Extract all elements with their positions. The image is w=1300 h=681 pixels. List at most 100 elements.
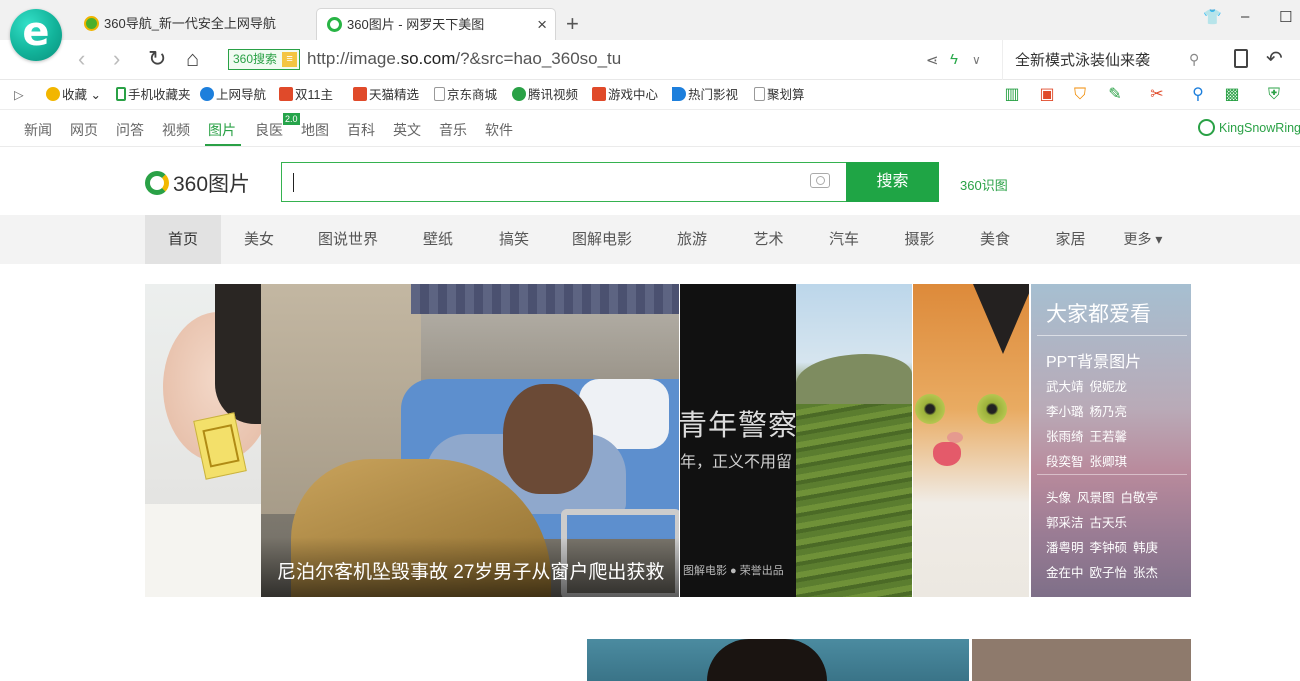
favorites-item[interactable]: 腾讯视频 xyxy=(512,87,578,103)
favorites-item[interactable]: 京东商城 xyxy=(434,87,497,103)
popular-link[interactable]: 白敬亭 xyxy=(1121,491,1159,505)
popular-link[interactable]: 武大靖 xyxy=(1046,380,1084,394)
category-food[interactable]: 美食 xyxy=(957,215,1033,264)
category-art[interactable]: 艺术 xyxy=(731,215,806,264)
category-more[interactable]: 更多 ▾ xyxy=(1108,215,1178,264)
image-search-input[interactable] xyxy=(281,162,847,202)
scissors-icon[interactable]: ✂ xyxy=(1147,85,1167,105)
close-tab-icon[interactable]: × xyxy=(537,9,547,41)
site-nav-map[interactable]: 地图 xyxy=(301,120,329,140)
search-button[interactable]: 搜索 xyxy=(846,162,939,202)
popular-link[interactable]: 倪妮龙 xyxy=(1090,380,1128,394)
user-account[interactable]: KingSnowRing xyxy=(1198,119,1300,136)
tv-icon[interactable]: ▣ xyxy=(1037,85,1057,105)
shield-icon[interactable]: ⛉ xyxy=(1070,85,1090,105)
category-funny[interactable]: 搞笑 xyxy=(477,215,551,264)
favorites-item[interactable]: 聚划算 xyxy=(754,87,805,103)
popular-link[interactable]: 郭采洁 xyxy=(1046,516,1084,530)
favorites-item[interactable]: 上网导航 xyxy=(200,87,266,103)
search-icon[interactable]: ⚲ xyxy=(1189,51,1199,68)
favorites-item[interactable]: 手机收藏夹 xyxy=(116,87,191,103)
camera-icon[interactable] xyxy=(810,173,830,188)
tab-360-image[interactable]: 360图片 - 网罗天下美图 × xyxy=(316,8,556,40)
popular-link[interactable]: 杨乃亮 xyxy=(1090,405,1128,419)
popular-link-ppt[interactable]: PPT背景图片 xyxy=(1046,348,1141,372)
browser-logo-icon[interactable] xyxy=(10,9,62,61)
site-nav-baike[interactable]: 百科 xyxy=(347,120,375,140)
tab-360-nav[interactable]: 360导航_新一代安全上网导航 xyxy=(80,8,312,40)
site-nav-news[interactable]: 新闻 xyxy=(24,120,52,140)
popular-link[interactable]: 李小璐 xyxy=(1046,405,1084,419)
image-tile-news-featured[interactable]: 尼泊尔客机坠毁事故 27岁男子从窗户爬出获救 xyxy=(261,284,679,597)
site-nav-software[interactable]: 软件 xyxy=(485,120,513,140)
popular-link[interactable]: 张雨绮 xyxy=(1046,430,1084,444)
category-world[interactable]: 图说世界 xyxy=(297,215,399,264)
category-photography[interactable]: 摄影 xyxy=(882,215,957,264)
forward-button[interactable]: › xyxy=(113,46,120,72)
share-icon[interactable]: ⋖ xyxy=(926,51,939,69)
popular-link[interactable]: 风景图 xyxy=(1077,491,1115,505)
popular-link[interactable]: 段奕智 xyxy=(1046,455,1084,469)
reading-icon[interactable]: ▥ xyxy=(1002,85,1022,105)
image-recognition-link[interactable]: 360识图 xyxy=(960,175,1008,194)
back-button[interactable]: ‹ xyxy=(78,46,85,72)
maximize-button[interactable]: ☐ xyxy=(1279,8,1292,26)
favorites-item[interactable]: 双11主 xyxy=(279,87,333,103)
image-tile-movie[interactable]: 青年警察 年，正义不用留 图解电影 ● 荣誉出品 xyxy=(680,284,796,597)
category-travel[interactable]: 旅游 xyxy=(653,215,731,264)
address-search-box[interactable]: 全新模式泳装仙来袭 ⚲ xyxy=(1002,40,1212,80)
home-button[interactable]: ⌂ xyxy=(186,46,199,72)
popular-link[interactable]: 欧子怡 xyxy=(1090,566,1128,580)
favorites-item[interactable]: 游戏中心 xyxy=(592,87,658,103)
popular-link[interactable]: 张卿琪 xyxy=(1090,455,1128,469)
category-wallpaper[interactable]: 壁纸 xyxy=(399,215,477,264)
category-beauty[interactable]: 美女 xyxy=(221,215,297,264)
site-logo[interactable]: 360图片 xyxy=(145,168,250,198)
popular-link[interactable]: 头像 xyxy=(1046,491,1071,505)
category-car[interactable]: 汽车 xyxy=(806,215,882,264)
skin-shirt-icon[interactable]: 👕 xyxy=(1203,8,1222,26)
popular-link[interactable]: 王若馨 xyxy=(1090,430,1128,444)
sidebar-toggle-icon[interactable]: ▷ xyxy=(14,87,24,103)
speed-mode-icon[interactable]: ϟ xyxy=(950,51,958,68)
mobile-icon[interactable] xyxy=(1234,49,1248,68)
address-search-input[interactable]: 全新模式泳装仙来袭 xyxy=(1015,49,1150,70)
security-icon[interactable]: ⛨ xyxy=(1264,85,1284,105)
popular-row: 张雨绮 王若馨 xyxy=(1046,426,1133,445)
site-nav-images[interactable]: 图片 xyxy=(208,120,236,140)
popular-link[interactable]: 古天乐 xyxy=(1090,516,1128,530)
popular-link[interactable]: 金在中 xyxy=(1046,566,1084,580)
site-nav-music[interactable]: 音乐 xyxy=(439,120,467,140)
popular-link[interactable]: 张杰 xyxy=(1133,566,1158,580)
address-input[interactable]: http://image.so.com/?&src=hao_360so_tu xyxy=(307,47,621,71)
category-movie[interactable]: 图解电影 xyxy=(551,215,653,264)
minimize-button[interactable]: – xyxy=(1241,8,1249,25)
translate-icon[interactable]: ✎ xyxy=(1105,85,1125,105)
magnifier-icon[interactable]: ⚲ xyxy=(1188,85,1208,105)
favorites-item[interactable]: 收藏 ⌄ xyxy=(46,87,101,103)
favorites-item[interactable]: 天猫精选 xyxy=(353,87,419,103)
category-home[interactable]: 首页 xyxy=(145,215,221,264)
new-tab-button[interactable]: + xyxy=(566,8,579,40)
image-tile-cat[interactable] xyxy=(913,284,1029,597)
category-home-decor[interactable]: 家居 xyxy=(1033,215,1108,264)
undo-icon[interactable]: ↶ xyxy=(1266,46,1283,71)
site-nav-doctor[interactable]: 良医 xyxy=(255,120,283,140)
popular-link[interactable]: 潘粤明 xyxy=(1046,541,1084,555)
image-tile-portrait[interactable] xyxy=(587,639,969,681)
site-nav-english[interactable]: 英文 xyxy=(393,120,421,140)
favorites-item[interactable]: 热门影视 xyxy=(672,87,738,103)
image-tile-right[interactable] xyxy=(972,639,1191,681)
site-nav-video[interactable]: 视频 xyxy=(162,120,190,140)
chevron-down-icon[interactable]: ∨ xyxy=(972,53,981,67)
popular-link[interactable]: 李钟硕 xyxy=(1090,541,1128,555)
image-tile-landscape[interactable] xyxy=(796,284,912,597)
search-engine-badge[interactable]: 360搜索 xyxy=(228,49,301,70)
text-caret xyxy=(293,173,294,192)
site-nav-qa[interactable]: 问答 xyxy=(116,120,144,140)
site-nav-web[interactable]: 网页 xyxy=(70,120,98,140)
refresh-button[interactable]: ↻ xyxy=(148,46,166,72)
popular-link[interactable]: 韩庚 xyxy=(1133,541,1158,555)
gamepad-icon[interactable]: ▩ xyxy=(1222,85,1242,105)
image-tile-girl-drink[interactable] xyxy=(145,284,261,597)
